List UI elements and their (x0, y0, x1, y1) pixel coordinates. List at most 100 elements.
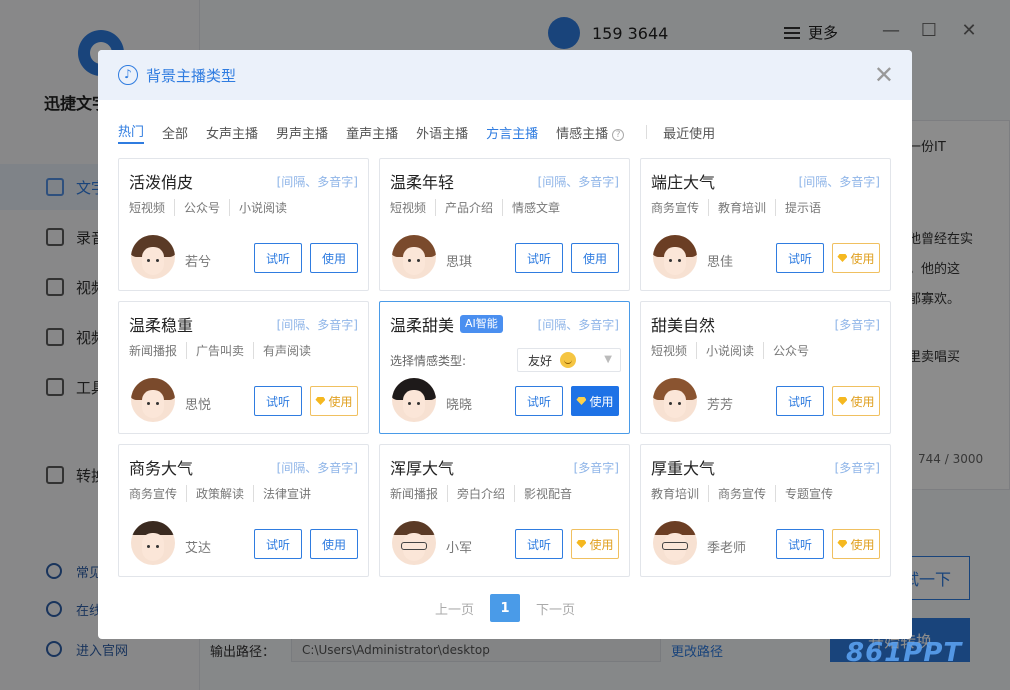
card-tags: 商务宣传 政策解读 法律宣讲 (129, 485, 312, 502)
diamond-icon (837, 254, 848, 262)
listen-button[interactable]: 试听 (254, 386, 302, 416)
listen-button[interactable]: 试听 (776, 386, 824, 416)
diamond-icon (576, 540, 587, 548)
tab-dialect[interactable]: 方言主播 (486, 123, 538, 142)
dialog-title: 背景主播类型 (146, 66, 237, 85)
tab-child[interactable]: 童声主播 (346, 123, 398, 142)
speaker-name: 思悦 (185, 398, 212, 413)
listen-button[interactable]: 试听 (515, 243, 563, 273)
emotion-row: 选择情感类型: 友好 ▼ (390, 348, 621, 372)
card-title: 厚重大气 (651, 459, 716, 478)
smile-emoji-icon (560, 352, 577, 368)
tab-male[interactable]: 男声主播 (276, 123, 328, 142)
speaker-avatar-icon (653, 378, 697, 422)
category-tabs: 热门 全部 女声主播 男声主播 童声主播 外语主播 方言主播 情感主播? 最近使… (118, 121, 733, 144)
voice-type-dialog: ♪ 背景主播类型 ✕ 热门 全部 女声主播 男声主播 童声主播 外语主播 方言主… (98, 50, 912, 639)
music-note-icon: ♪ (118, 65, 138, 85)
voice-card-grid: 活泼俏皮 [间隔、多音字] 短视频 公众号 小说阅读 若兮 试听 使用 温柔年轻 [… (118, 158, 892, 578)
voice-card[interactable]: 温柔年轻 [间隔、多音字] 短视频 产品介绍 情感文章 思琪 试听 使用 (379, 158, 630, 291)
listen-button[interactable]: 试听 (515, 386, 563, 416)
diamond-icon (837, 540, 848, 548)
speaker-avatar-icon (131, 235, 175, 279)
watermark: 861PPT (846, 638, 963, 668)
card-features: [间隔、多音字] (537, 318, 619, 332)
speaker-name: 晓晓 (446, 398, 473, 413)
emotion-label: 选择情感类型: (390, 353, 467, 368)
speaker-name: 季老师 (707, 541, 747, 556)
card-tags: 短视频 公众号 小说阅读 (129, 199, 288, 216)
card-features: [间隔、多音字] (537, 175, 619, 189)
use-button[interactable]: 使用 (310, 243, 358, 273)
voice-card[interactable]: 温柔稳重 [间隔、多音字] 新闻播报 广告叫卖 有声阅读 思悦 试听 使用 (118, 301, 369, 434)
ai-badge: AI智能 (460, 315, 503, 333)
speaker-name: 思琪 (446, 255, 473, 270)
card-tags: 商务宣传 教育培训 提示语 (651, 199, 822, 216)
tab-emotion[interactable]: 情感主播? (556, 123, 625, 142)
card-features: [间隔、多音字] (276, 318, 358, 332)
card-title: 端庄大气 (651, 173, 716, 192)
card-title: 温柔稳重 (129, 316, 194, 335)
card-features: [多音字] (834, 461, 880, 475)
speaker-name: 芳芳 (707, 398, 734, 413)
vip-use-button[interactable]: 使用 (571, 386, 619, 416)
voice-card[interactable]: 活泼俏皮 [间隔、多音字] 短视频 公众号 小说阅读 若兮 试听 使用 (118, 158, 369, 291)
speaker-name: 小军 (446, 541, 473, 556)
tab-foreign[interactable]: 外语主播 (416, 123, 468, 142)
use-button[interactable]: 使用 (310, 529, 358, 559)
card-title: 温柔年轻 (390, 173, 455, 192)
use-button[interactable]: 使用 (571, 243, 619, 273)
speaker-avatar-icon (392, 235, 436, 279)
listen-button[interactable]: 试听 (515, 529, 563, 559)
card-tags: 短视频 小说阅读 公众号 (651, 342, 810, 359)
tab-female[interactable]: 女声主播 (206, 123, 258, 142)
voice-card[interactable]: 厚重大气 [多音字] 教育培训 商务宣传 专题宣传 季老师 试听 使用 (640, 444, 891, 577)
voice-card-selected[interactable]: 温柔甜美 AI智能 [间隔、多音字] 选择情感类型: 友好 ▼ 晓晓 试听 使用 (379, 301, 630, 434)
card-tags: 短视频 产品介绍 情感文章 (390, 199, 561, 216)
dialog-header: ♪ 背景主播类型 ✕ (98, 50, 912, 100)
tab-recent[interactable]: 最近使用 (663, 123, 715, 142)
card-tags: 教育培训 商务宣传 专题宣传 (651, 485, 834, 502)
next-page-button[interactable]: 下一页 (536, 599, 575, 618)
emotion-select[interactable]: 友好 ▼ (517, 348, 621, 372)
speaker-name: 思佳 (707, 255, 734, 270)
card-tags: 新闻播报 广告叫卖 有声阅读 (129, 342, 312, 359)
card-tags: 新闻播报 旁白介绍 影视配音 (390, 485, 573, 502)
close-icon[interactable]: ✕ (874, 60, 894, 90)
listen-button[interactable]: 试听 (776, 243, 824, 273)
vip-use-button[interactable]: 使用 (310, 386, 358, 416)
card-features: [间隔、多音字] (798, 175, 880, 189)
card-features: [间隔、多音字] (276, 461, 358, 475)
card-title: 活泼俏皮 (129, 173, 194, 192)
card-title: 甜美自然 (651, 316, 716, 335)
voice-card[interactable]: 甜美自然 [多音字] 短视频 小说阅读 公众号 芳芳 试听 使用 (640, 301, 891, 434)
tab-all[interactable]: 全部 (162, 123, 188, 142)
speaker-avatar-icon (392, 521, 436, 565)
prev-page-button[interactable]: 上一页 (435, 599, 474, 618)
tab-hot[interactable]: 热门 (118, 121, 145, 144)
card-features: [多音字] (573, 461, 619, 475)
speaker-avatar-icon (653, 235, 697, 279)
speaker-avatar-icon (392, 378, 436, 422)
speaker-name: 若兮 (185, 255, 212, 270)
vip-use-button[interactable]: 使用 (832, 243, 880, 273)
voice-card[interactable]: 端庄大气 [间隔、多音字] 商务宣传 教育培训 提示语 思佳 试听 使用 (640, 158, 891, 291)
card-title: 商务大气 (129, 459, 194, 478)
listen-button[interactable]: 试听 (254, 243, 302, 273)
pagination: 上一页 1 下一页 (98, 594, 912, 622)
vip-use-button[interactable]: 使用 (832, 386, 880, 416)
voice-card[interactable]: 浑厚大气 [多音字] 新闻播报 旁白介绍 影视配音 小军 试听 使用 (379, 444, 630, 577)
vip-use-button[interactable]: 使用 (832, 529, 880, 559)
listen-button[interactable]: 试听 (254, 529, 302, 559)
vip-use-button[interactable]: 使用 (571, 529, 619, 559)
chevron-down-icon: ▼ (604, 354, 612, 365)
help-icon[interactable]: ? (612, 128, 625, 141)
card-features: [多音字] (834, 318, 880, 332)
speaker-avatar-icon (131, 378, 175, 422)
card-title: 浑厚大气 (390, 459, 455, 478)
card-features: [间隔、多音字] (276, 175, 358, 189)
diamond-icon (315, 397, 326, 405)
page-number-current[interactable]: 1 (490, 594, 520, 622)
voice-card[interactable]: 商务大气 [间隔、多音字] 商务宣传 政策解读 法律宣讲 艾达 试听 使用 (118, 444, 369, 577)
listen-button[interactable]: 试听 (776, 529, 824, 559)
speaker-name: 艾达 (185, 541, 212, 556)
